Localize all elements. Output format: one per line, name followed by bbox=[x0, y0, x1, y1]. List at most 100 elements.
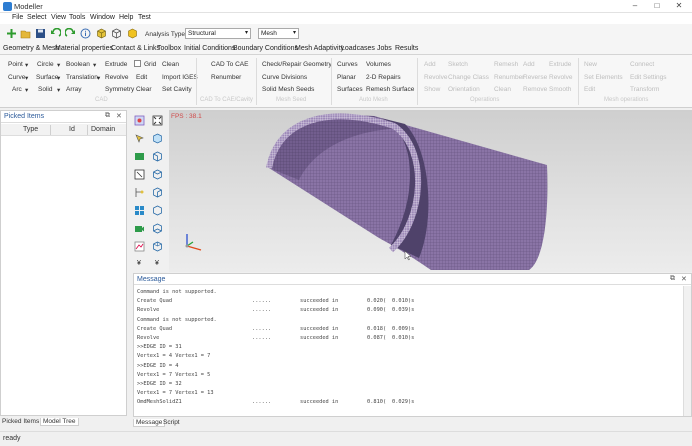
pick-node-icon[interactable] bbox=[134, 187, 145, 198]
check-repair-geometry-button[interactable]: Check/Repair Geometry bbox=[262, 61, 332, 68]
operations-change-class-button[interactable]: Change Class bbox=[448, 74, 489, 81]
curve-divisions-button[interactable]: Curve Divisions bbox=[262, 74, 307, 81]
solid-dropdown-icon[interactable]: ▾ bbox=[57, 86, 60, 94]
operations-add-button[interactable]: Add bbox=[424, 61, 436, 68]
view-side-icon[interactable] bbox=[152, 187, 163, 198]
solid-cube-icon[interactable] bbox=[127, 28, 138, 39]
view-front-icon[interactable] bbox=[152, 151, 163, 162]
edit-button[interactable]: Edit bbox=[136, 74, 147, 81]
curves-button[interactable]: Curves bbox=[337, 61, 358, 68]
menu-window[interactable]: Window bbox=[90, 14, 115, 21]
float-panel-icon[interactable]: ⧉ bbox=[105, 112, 110, 120]
mesh-ops-edit-settings-button[interactable]: Edit Settings bbox=[630, 74, 667, 81]
boolean-dropdown-icon[interactable]: ▾ bbox=[93, 61, 96, 69]
operations-remove-button[interactable]: Remove bbox=[523, 86, 547, 93]
view-top-icon[interactable] bbox=[152, 169, 163, 180]
message-scrollbar[interactable] bbox=[683, 286, 691, 416]
mesh-select[interactable]: Mesh ▾ bbox=[258, 28, 299, 39]
operations-orientation-button[interactable]: Orientation bbox=[448, 86, 480, 93]
tab-picked-items[interactable]: Picked Items bbox=[0, 418, 41, 425]
arc-dropdown-icon[interactable]: ▾ bbox=[25, 86, 28, 94]
more-tools-down-icon[interactable]: ¥ bbox=[137, 260, 148, 271]
2d-repairs-button[interactable]: 2-D Repairs bbox=[366, 74, 401, 81]
camera-icon[interactable] bbox=[134, 223, 145, 234]
operations-sketch-button[interactable]: Sketch bbox=[448, 61, 468, 68]
point-dropdown-icon[interactable]: ▾ bbox=[25, 61, 28, 69]
more-views-down-icon[interactable]: ¥ bbox=[155, 260, 166, 271]
column-domain[interactable]: Domain bbox=[91, 126, 115, 133]
operations-revolve2-button[interactable]: Revolve bbox=[549, 74, 572, 81]
new-icon[interactable] bbox=[6, 28, 17, 39]
pick-group-icon[interactable] bbox=[134, 205, 145, 216]
menu-select[interactable]: Select bbox=[27, 14, 46, 21]
set-cavity-button[interactable]: Set Cavity bbox=[162, 86, 192, 93]
operations-reverse-button[interactable]: Reverse bbox=[523, 74, 547, 81]
operations-renumber-button[interactable]: Renumber bbox=[494, 74, 524, 81]
extrude-button[interactable]: Extrude bbox=[105, 61, 127, 68]
surface-dropdown-icon[interactable]: ▾ bbox=[57, 74, 60, 82]
mesh-ops-connect-button[interactable]: Connect bbox=[630, 61, 654, 68]
solid-button[interactable]: Solid bbox=[38, 86, 52, 93]
renumber-button[interactable]: Renumber bbox=[211, 74, 241, 81]
tab-toolbox[interactable]: Toolbox bbox=[157, 45, 181, 52]
pick-element-icon[interactable] bbox=[134, 169, 145, 180]
clean-button[interactable]: Clean bbox=[162, 61, 179, 68]
revolve-button[interactable]: Revolve bbox=[105, 74, 128, 81]
cad-to-cae-button[interactable]: CAD To CAE bbox=[211, 61, 248, 68]
mesh-ops-new-button[interactable]: New bbox=[584, 61, 597, 68]
boolean-button[interactable]: Boolean bbox=[66, 61, 90, 68]
remesh-surface-button[interactable]: Remesh Surface bbox=[366, 86, 414, 93]
view-iso-icon[interactable] bbox=[152, 133, 163, 144]
analysis-type-select[interactable]: Structural ▾ bbox=[185, 28, 251, 39]
wireframe-cube-icon[interactable] bbox=[111, 28, 122, 39]
circle-button[interactable]: Circle bbox=[37, 61, 54, 68]
float-message-panel-icon[interactable]: ⧉ bbox=[670, 275, 675, 283]
curve-dropdown-icon[interactable]: ▾ bbox=[25, 74, 28, 82]
menu-tools[interactable]: Tools bbox=[69, 14, 85, 21]
tab-contact-links[interactable]: Contact & Links bbox=[111, 45, 160, 52]
curve-button[interactable]: Curve bbox=[8, 74, 25, 81]
operations-extrude-button[interactable]: Extrude bbox=[549, 61, 571, 68]
menu-help[interactable]: Help bbox=[119, 14, 133, 21]
tab-material-properties[interactable]: Material properties bbox=[55, 45, 113, 52]
operations-remesh-button[interactable]: Remesh bbox=[494, 61, 518, 68]
point-button[interactable]: Point bbox=[8, 61, 23, 68]
maximize-button[interactable]: □ bbox=[646, 0, 668, 13]
info-icon[interactable] bbox=[80, 28, 91, 39]
pick-vertex-icon[interactable] bbox=[134, 133, 145, 144]
surface-button[interactable]: Surface bbox=[36, 74, 58, 81]
import-iges-button[interactable]: Import IGES bbox=[162, 74, 198, 81]
tab-model-tree[interactable]: Model Tree bbox=[40, 418, 79, 426]
tab-jobs[interactable]: Jobs bbox=[377, 45, 392, 52]
model-cube-icon[interactable] bbox=[96, 28, 107, 39]
array-button[interactable]: Array bbox=[66, 86, 82, 93]
operations-smooth-button[interactable]: Smooth bbox=[549, 86, 571, 93]
mesh-ops-edit-button[interactable]: Edit bbox=[584, 86, 595, 93]
minimize-button[interactable]: – bbox=[624, 0, 646, 13]
close-button[interactable]: ✕ bbox=[668, 0, 690, 13]
circle-dropdown-icon[interactable]: ▾ bbox=[57, 61, 60, 69]
tab-initial-conditions[interactable]: Initial Conditions bbox=[184, 45, 235, 52]
column-id[interactable]: Id bbox=[69, 126, 75, 133]
tab-loadcases[interactable]: Loadcases bbox=[341, 45, 375, 52]
save-icon[interactable] bbox=[35, 28, 46, 39]
tab-script[interactable]: Script bbox=[161, 419, 182, 426]
mesh-model[interactable] bbox=[169, 110, 692, 272]
menu-test[interactable]: Test bbox=[138, 14, 151, 21]
open-folder-icon[interactable] bbox=[20, 28, 31, 39]
surfaces-button[interactable]: Surfaces bbox=[337, 86, 363, 93]
operations-add2-button[interactable]: Add bbox=[523, 61, 535, 68]
symmetry-button[interactable]: Symmetry bbox=[105, 86, 134, 93]
translation-dropdown-icon[interactable]: ▾ bbox=[97, 74, 100, 82]
operations-revolve-button[interactable]: Revolve bbox=[424, 74, 447, 81]
grid-checkbox[interactable] bbox=[134, 60, 141, 67]
planar-button[interactable]: Planar bbox=[337, 74, 356, 81]
pick-face-icon[interactable] bbox=[134, 151, 145, 162]
close-message-panel-icon[interactable]: ✕ bbox=[681, 275, 687, 283]
volumes-button[interactable]: Volumes bbox=[366, 61, 391, 68]
solid-mesh-seeds-button[interactable]: Solid Mesh Seeds bbox=[262, 86, 314, 93]
view-bottom-icon[interactable] bbox=[152, 223, 163, 234]
tab-results[interactable]: Results bbox=[395, 45, 418, 52]
select-cube-icon[interactable] bbox=[134, 115, 145, 126]
view-perspective-icon[interactable] bbox=[152, 241, 163, 252]
